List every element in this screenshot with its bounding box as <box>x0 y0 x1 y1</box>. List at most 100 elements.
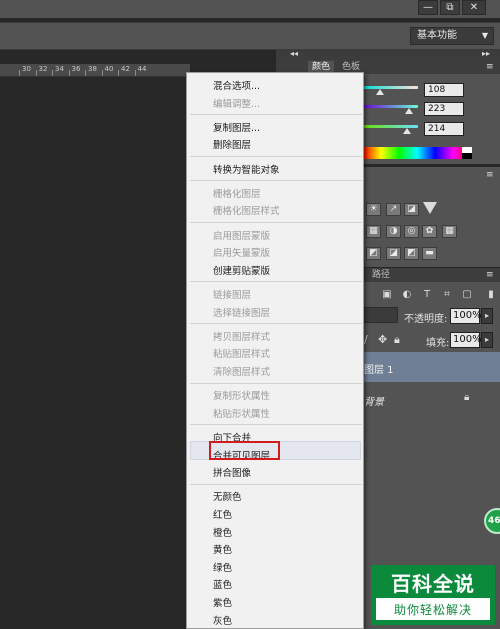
tab-paths[interactable]: 路径 <box>368 269 394 282</box>
gradient-map-icon[interactable]: ▬ <box>422 247 437 260</box>
ruler-tick-label: 44 <box>137 65 147 73</box>
menu-item: 选择链接图层 <box>213 307 271 319</box>
lock-move-icon[interactable]: ✥ <box>378 333 387 346</box>
menu-item[interactable]: 创建剪贴蒙版 <box>213 263 270 277</box>
panel-menu-icon[interactable]: ≡ <box>486 270 494 280</box>
collapse-right-icon[interactable]: ▸▸ <box>482 49 490 58</box>
channel-mixer-icon[interactable]: ✿ <box>422 225 437 238</box>
menu-item: 启用图层蒙版 <box>213 230 271 242</box>
menu-separator <box>190 483 362 485</box>
menu-separator <box>190 323 362 325</box>
canvas-area[interactable] <box>0 77 190 629</box>
fill-arrow-icon[interactable]: ▸ <box>481 332 493 348</box>
color-spectrum[interactable] <box>363 147 471 159</box>
ruler-tick <box>52 70 53 76</box>
layer-name: 背景 <box>364 397 384 408</box>
menu-separator <box>190 424 362 426</box>
menu-item[interactable]: 拼合图像 <box>213 465 251 479</box>
workspace-value: 基本功能 <box>417 30 457 41</box>
panel-menu-icon[interactable]: ≡ <box>486 62 494 72</box>
ruler-tick-label: 34 <box>55 65 64 73</box>
red-slider[interactable] <box>362 86 418 89</box>
red-highlight-box <box>209 441 280 460</box>
layer-row-layer-1[interactable]: 图层 1 <box>362 352 500 382</box>
ruler-tick-label: 40 <box>104 65 114 73</box>
fill-field[interactable]: 100% <box>450 332 482 348</box>
lock-icon: 🔒︎ <box>464 392 470 403</box>
lock-brush-icon[interactable]: ∕ <box>364 333 368 346</box>
filter-adjust-icon[interactable]: ◐ <box>400 289 414 301</box>
panel-collapse-strip[interactable]: ◂◂ ▸▸ <box>276 49 500 60</box>
watermark-subtitle: 助你轻松解决 <box>393 603 472 617</box>
vibrance-icon[interactable] <box>423 202 437 214</box>
menu-item[interactable]: 黄色 <box>213 542 232 556</box>
menu-item[interactable]: 紫色 <box>213 595 232 609</box>
menu-item[interactable]: 删除图层 <box>213 137 251 151</box>
ruler-tick <box>68 70 70 76</box>
close-button[interactable]: ✕ <box>462 0 486 15</box>
fill-label: 填充: <box>426 338 450 349</box>
menu-item[interactable]: 无颜色 <box>213 489 242 503</box>
color-lookup-icon[interactable]: ▦ <box>442 225 457 238</box>
green-slider-knob[interactable] <box>405 108 413 114</box>
menu-item[interactable]: 蓝色 <box>213 577 232 591</box>
blend-mode-dropdown[interactable] <box>362 307 398 323</box>
photo-filter-icon[interactable]: ◎ <box>404 225 419 238</box>
threshold-icon[interactable]: ◩ <box>404 247 419 260</box>
minimize-button[interactable]: — <box>418 0 438 15</box>
posterize-icon[interactable]: ◪ <box>386 247 401 260</box>
filter-toggle-icon[interactable]: ▮ <box>484 289 498 301</box>
menu-item[interactable]: 灰色 <box>213 613 232 627</box>
menu-separator <box>190 281 362 283</box>
layer-name: 图层 1 <box>364 365 394 376</box>
green-value-field[interactable]: 223 <box>424 102 464 116</box>
ruler-tick-label: 38 <box>88 65 97 73</box>
restore-button[interactable]: ⧉ <box>440 0 460 15</box>
menu-item: 清除图层样式 <box>213 367 271 378</box>
menu-separator <box>190 180 362 182</box>
ruler-tick <box>134 70 136 76</box>
opacity-field[interactable]: 100% <box>450 308 482 324</box>
hue-icon[interactable]: ▦ <box>366 225 381 238</box>
ruler-tick-label: 42 <box>121 65 130 73</box>
filter-type-icon[interactable]: T <box>420 289 434 301</box>
filter-shape-icon[interactable]: ⌗ <box>440 289 454 301</box>
ruler-tick-label: 30 <box>22 65 31 73</box>
horizontal-ruler: 30 32 34 36 38 40 42 44 <box>0 64 190 77</box>
brightness-icon[interactable]: ☀ <box>366 203 381 216</box>
color-balance-icon[interactable]: ◑ <box>386 225 401 238</box>
menu-item: 复制形状属性 <box>213 391 271 403</box>
workspace-select[interactable]: 基本功能 ▼ <box>410 27 494 45</box>
collapse-left-icon[interactable]: ◂◂ <box>290 49 298 58</box>
filter-smart-icon[interactable]: ▢ <box>460 289 474 301</box>
panel-menu-icon[interactable]: ≡ <box>486 170 494 180</box>
menu-separator <box>190 156 362 157</box>
ruler-tick-label: 36 <box>71 65 81 73</box>
menu-item[interactable]: 混合选项... <box>213 78 260 92</box>
layer-row-background[interactable]: 背景 🔒︎ <box>362 384 500 414</box>
black-white-swatch[interactable] <box>462 147 472 159</box>
menu-item: 栅格化图层样式 <box>213 206 280 218</box>
exposure-icon[interactable]: ◪ <box>404 203 419 216</box>
red-value-field[interactable]: 108 <box>424 83 464 97</box>
menu-item: 栅格化图层 <box>213 188 261 200</box>
red-slider-knob[interactable] <box>376 89 384 95</box>
ruler-tick <box>19 70 20 76</box>
ruler-tick <box>101 70 103 76</box>
menu-item[interactable]: 橙色 <box>213 525 232 539</box>
blue-slider-knob[interactable] <box>403 128 411 134</box>
invert-icon[interactable]: ◩ <box>366 247 381 260</box>
opacity-arrow-icon[interactable]: ▸ <box>481 308 493 324</box>
menu-item[interactable]: 绿色 <box>213 560 232 574</box>
menu-item[interactable]: 转换为智能对象 <box>213 162 280 176</box>
lock-all-icon[interactable]: 🔒︎ <box>394 333 400 347</box>
watermark-title: 百科全说 <box>391 572 475 596</box>
menu-item: 拷贝图层样式 <box>213 331 271 343</box>
menu-item[interactable]: 复制图层... <box>213 120 260 134</box>
filter-pixel-icon[interactable]: ▣ <box>380 289 394 301</box>
ruler-tick <box>85 70 86 76</box>
blue-value-field[interactable]: 214 <box>424 122 464 136</box>
menu-item[interactable]: 红色 <box>213 507 232 521</box>
curves-icon[interactable]: ↗ <box>386 203 401 216</box>
menu-item: 粘贴图层样式 <box>213 349 271 361</box>
